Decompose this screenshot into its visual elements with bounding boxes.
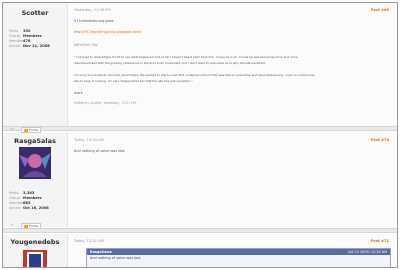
post-body-panel: Today, 12:31 AM Post #71 RasgaSalas Oct … [68,234,397,267]
avatar[interactable] [21,248,49,267]
post-number-link[interactable]: Post #69 [371,8,389,12]
stat-group: Group Members [9,34,42,38]
stat-joined: Joined Oct 16, 2008 [9,206,49,210]
quote-author: RasgaSalas [90,250,112,254]
post-number-link[interactable]: Post #70 [371,138,389,142]
report-icon[interactable]: ✉ [9,223,16,227]
stat-member: Member683 [9,201,31,205]
avatar[interactable] [19,147,51,179]
post-signature: mark [74,91,83,95]
post-line: I'm sorry to everybody who had joined th… [74,73,315,77]
profile-icon [24,224,28,228]
post-author-panel: Yougenedebs [3,234,68,267]
quote-box: RasgaSalas Oct 12 2009, 12:24 AM And not… [86,248,391,267]
quote-attribution: KaFeOoh! Say [74,43,98,47]
post-separator [3,126,397,131]
post-date: Today, 12:24 AM [74,138,104,142]
stat-group: Group Members [9,196,42,200]
post-separator [3,228,397,233]
post-line: 911mmedded.org goes [74,19,114,23]
quote-text: And nothing of value was lost. [90,256,142,260]
stat-posts: Posts 3,363 [9,191,35,195]
post-number-link[interactable]: Post #71 [371,239,389,243]
post-author-panel: Scotter Posts 332 Group Members Member476 … [3,3,68,131]
profile-button[interactable]: Profile [21,223,42,229]
forum-thread: Scotter Posts 332 Group Members Member476 … [2,2,398,268]
post-body-panel: Yesterday, 11:38 PM Post #69 911mmedded.… [68,3,397,131]
post-link[interactable]: http://911moviemachine.blogspot.com/ [74,30,141,34]
stat-posts: Posts 332 [9,29,31,33]
post-line: site to keep it running. I'm very disapp… [74,79,193,83]
post-username[interactable]: Yougenedebs [3,238,67,246]
post-body-panel: Today, 12:24 AM Post #70 And nothing of … [68,133,397,227]
post-scotter: Scotter Posts 332 Group Members Member476 … [3,3,397,131]
post-username[interactable]: RasgaSalas [3,137,67,145]
quote-header: RasgaSalas Oct 12 2009, 12:24 AM [87,249,390,255]
quote-date: Oct 12 2009, 12:24 AM [347,250,387,254]
post-line: " I've tried to rehash/type 53 bit to se… [74,55,298,59]
stat-joined: Joined Nov 21, 2008 [9,44,50,48]
post-line: disenfranchised with the growing intoler… [74,61,266,65]
post-date: Yesterday, 11:38 PM [74,8,111,12]
post-rasgasalas: RasgaSalas Posts 3,363 Group Members Membe… [3,133,397,227]
stat-member: Member476 [9,39,31,43]
post-date: Today, 12:31 AM [74,239,104,243]
post-line: And nothing of value was lost. [74,149,126,153]
report-icon[interactable]: ✉ [9,127,16,131]
post-username[interactable]: Scotter [3,9,67,17]
edit-note: Edited by Scotter, Yesterday, 11:51 PM. [74,101,137,105]
post-author-panel: RasgaSalas Posts 3,363 Group Members Membe… [3,133,68,227]
post-yougenedebs: Yougenedebs Today, 12:31 AM Post #71 Ras… [3,234,397,267]
profile-icon [24,128,28,132]
